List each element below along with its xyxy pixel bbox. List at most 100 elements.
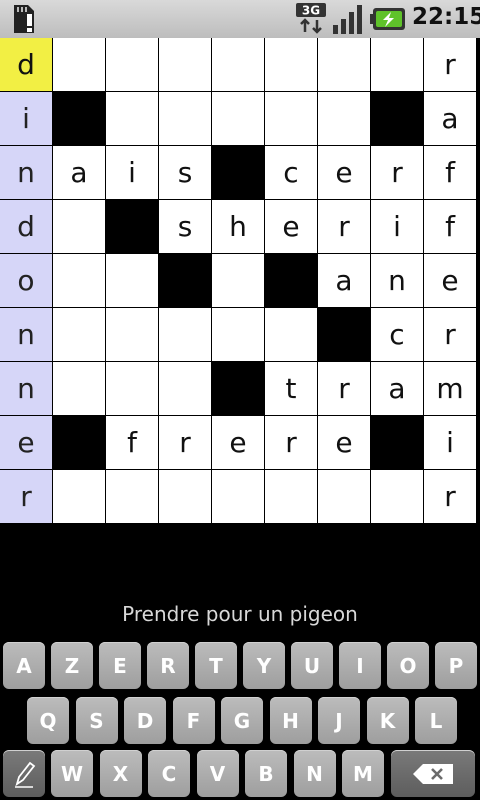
grid-cell[interactable] (265, 308, 318, 362)
grid-cell[interactable]: r (318, 362, 371, 416)
key-t[interactable]: T (195, 642, 237, 689)
pencil-key[interactable] (3, 750, 45, 797)
grid-cell[interactable] (159, 92, 212, 146)
key-w[interactable]: W (51, 750, 93, 797)
clue-column-cell[interactable]: i (0, 92, 53, 146)
grid-cell[interactable] (159, 38, 212, 92)
grid-cell[interactable]: r (159, 416, 212, 470)
key-q[interactable]: Q (27, 697, 69, 744)
grid-cell[interactable]: r (424, 470, 477, 524)
grid-cell[interactable]: r (424, 308, 477, 362)
grid-cell[interactable] (159, 308, 212, 362)
grid-cell[interactable]: a (318, 254, 371, 308)
grid-cell[interactable] (53, 308, 106, 362)
key-p[interactable]: P (435, 642, 477, 689)
black-square (106, 200, 159, 254)
grid-cell[interactable] (53, 38, 106, 92)
key-h[interactable]: H (269, 697, 312, 744)
key-i[interactable]: I (339, 642, 381, 689)
grid-cell[interactable] (318, 92, 371, 146)
grid-cell[interactable]: e (318, 146, 371, 200)
grid-cell[interactable]: a (424, 92, 477, 146)
grid-cell[interactable] (212, 254, 265, 308)
clue-column-cell[interactable]: n (0, 308, 53, 362)
grid-cell[interactable]: a (53, 146, 106, 200)
key-y[interactable]: Y (243, 642, 285, 689)
grid-cell[interactable] (53, 362, 106, 416)
key-x[interactable]: X (99, 750, 142, 797)
grid-cell[interactable] (106, 308, 159, 362)
grid-cell[interactable]: n (371, 254, 424, 308)
grid-cell[interactable] (371, 470, 424, 524)
grid-cell[interactable] (159, 470, 212, 524)
key-r[interactable]: R (147, 642, 189, 689)
grid-cell[interactable] (265, 92, 318, 146)
grid-cell[interactable]: r (265, 416, 318, 470)
key-j[interactable]: J (318, 697, 360, 744)
clue-column-cell[interactable]: n (0, 146, 53, 200)
key-u[interactable]: U (291, 642, 333, 689)
clue-column-cell[interactable]: r (0, 470, 53, 524)
grid-cell[interactable] (371, 38, 424, 92)
grid-cell[interactable]: c (265, 146, 318, 200)
grid-cell[interactable]: t (265, 362, 318, 416)
key-s[interactable]: S (75, 697, 118, 744)
grid-cell[interactable] (265, 38, 318, 92)
grid-cell[interactable] (212, 308, 265, 362)
grid-cell[interactable]: r (371, 146, 424, 200)
grid-cell[interactable]: f (106, 416, 159, 470)
key-l[interactable]: L (415, 697, 457, 744)
grid-cell[interactable]: f (424, 200, 477, 254)
grid-cell[interactable] (106, 38, 159, 92)
grid-cell[interactable] (53, 254, 106, 308)
key-z[interactable]: Z (51, 642, 93, 689)
grid-cell[interactable] (53, 200, 106, 254)
grid-cell[interactable] (106, 254, 159, 308)
grid-cell[interactable]: s (159, 146, 212, 200)
grid-cell[interactable] (318, 470, 371, 524)
key-c[interactable]: C (148, 750, 190, 797)
grid-cell[interactable]: e (424, 254, 477, 308)
grid-cell[interactable] (106, 362, 159, 416)
grid-cell[interactable]: a (371, 362, 424, 416)
key-m[interactable]: M (342, 750, 384, 797)
grid-cell[interactable] (212, 38, 265, 92)
grid-cell[interactable]: f (424, 146, 477, 200)
grid-cell[interactable]: h (212, 200, 265, 254)
grid-cell[interactable] (318, 38, 371, 92)
backspace-key[interactable] (391, 750, 475, 797)
grid-cell[interactable]: s (159, 200, 212, 254)
grid-cell[interactable] (106, 92, 159, 146)
key-f[interactable]: F (172, 697, 215, 744)
clue-column-cell[interactable]: n (0, 362, 53, 416)
key-k[interactable]: K (366, 697, 409, 744)
grid-cell[interactable]: e (318, 416, 371, 470)
key-v[interactable]: V (196, 750, 239, 797)
key-d[interactable]: D (124, 697, 166, 744)
clue-column-cell[interactable]: e (0, 416, 53, 470)
key-e[interactable]: E (99, 642, 141, 689)
key-g[interactable]: G (221, 697, 263, 744)
key-n[interactable]: N (293, 750, 336, 797)
grid-cell[interactable] (265, 470, 318, 524)
grid-cell[interactable]: r (318, 200, 371, 254)
key-b[interactable]: B (245, 750, 287, 797)
clue-column-cell[interactable]: d (0, 200, 53, 254)
clue-column-cell[interactable]: o (0, 254, 53, 308)
key-a[interactable]: A (3, 642, 45, 689)
grid-cell[interactable] (212, 92, 265, 146)
grid-cell[interactable] (53, 470, 106, 524)
grid-cell[interactable]: i (424, 416, 477, 470)
grid-cell[interactable]: e (212, 416, 265, 470)
grid-cell[interactable]: c (371, 308, 424, 362)
grid-cell[interactable]: r (424, 38, 477, 92)
grid-cell[interactable]: i (371, 200, 424, 254)
grid-cell[interactable]: i (106, 146, 159, 200)
clue-column-cell[interactable]: d (0, 38, 53, 92)
grid-cell[interactable] (212, 470, 265, 524)
grid-cell[interactable] (159, 362, 212, 416)
grid-cell[interactable]: m (424, 362, 477, 416)
grid-cell[interactable] (106, 470, 159, 524)
key-o[interactable]: O (387, 642, 429, 689)
grid-cell[interactable]: e (265, 200, 318, 254)
